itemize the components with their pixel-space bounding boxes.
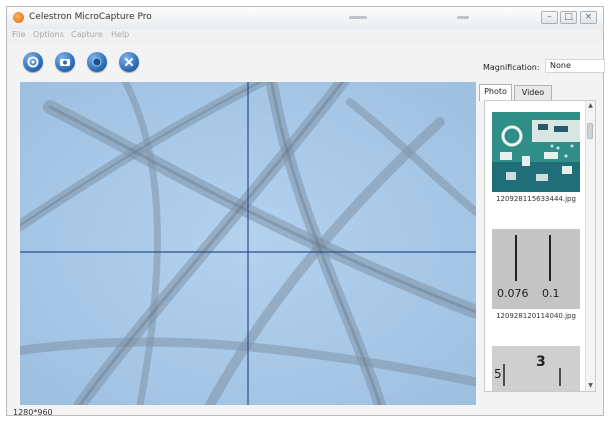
- circuit-board-thumbnail: [492, 112, 580, 192]
- live-view[interactable]: [20, 82, 476, 405]
- resolution-status: 1280*960: [13, 408, 53, 417]
- tab-video[interactable]: Video: [514, 85, 552, 101]
- settings-button[interactable]: [23, 52, 43, 72]
- ruler-label: 5: [494, 367, 502, 381]
- microscope-image: [20, 82, 476, 405]
- close-icon: [125, 58, 133, 66]
- scroll-down-icon[interactable]: ▼: [587, 382, 594, 390]
- ruler-label: 3: [536, 354, 546, 370]
- ruler-label: 0.1: [542, 287, 560, 300]
- scroll-thumb[interactable]: [587, 123, 593, 139]
- menu-bar: File Options Capture Help: [7, 29, 603, 42]
- menu-file[interactable]: File: [12, 30, 25, 39]
- exit-button[interactable]: [119, 52, 139, 72]
- magnification-label: Magnification:: [483, 63, 540, 72]
- close-window-button[interactable]: ×: [580, 11, 597, 24]
- thumbnail-item[interactable]: 120928115633444.jpg: [492, 112, 580, 203]
- camera-icon: [60, 59, 70, 66]
- thumbnail-item[interactable]: 0.076 0.1 120928120114040.jpg: [492, 229, 580, 320]
- thumbnail-filename: 120928115633444.jpg: [496, 195, 576, 203]
- maximize-button[interactable]: □: [560, 11, 577, 24]
- title-bar-mark: [349, 16, 367, 19]
- toolbar: Magnification: None: [7, 43, 605, 83]
- thumbnail-item[interactable]: 3 5: [492, 346, 580, 391]
- menu-capture[interactable]: Capture: [71, 30, 103, 39]
- thumbnail-list[interactable]: 120928115633444.jpg 0.076 0.1 1209281201…: [484, 100, 596, 392]
- scroll-up-icon[interactable]: ▲: [587, 102, 594, 110]
- thumbnail-image: 0.076 0.1: [492, 229, 580, 309]
- camera-button[interactable]: [55, 52, 75, 72]
- media-tabs: Photo Video: [479, 84, 605, 101]
- menu-help[interactable]: Help: [111, 30, 129, 39]
- record-icon: [92, 57, 102, 67]
- window-title: Celestron MicroCapture Pro: [29, 12, 152, 22]
- ruler-label: 0.076: [497, 287, 529, 300]
- tab-photo[interactable]: Photo: [479, 84, 512, 101]
- ruler-thumbnail: 0.076 0.1: [492, 229, 580, 309]
- thumbnail-image: [492, 112, 580, 192]
- thumbnail-image: 3 5: [492, 346, 580, 391]
- minimize-button[interactable]: –: [541, 11, 558, 24]
- ruler-thumbnail: 3 5: [492, 346, 580, 391]
- settings-icon: [27, 56, 39, 68]
- app-window: Celestron MicroCapture Pro – □ × File Op…: [6, 6, 605, 417]
- record-button[interactable]: [87, 52, 107, 72]
- title-bar-mark: [457, 16, 469, 19]
- app-logo-icon: [13, 12, 24, 23]
- magnification-select[interactable]: None: [545, 59, 605, 73]
- title-bar: Celestron MicroCapture Pro – □ ×: [7, 7, 603, 30]
- menu-options[interactable]: Options: [33, 30, 64, 39]
- thumbnail-filename: 120928120114040.jpg: [496, 312, 576, 320]
- thumbnail-scrollbar[interactable]: ▲ ▼: [585, 101, 595, 391]
